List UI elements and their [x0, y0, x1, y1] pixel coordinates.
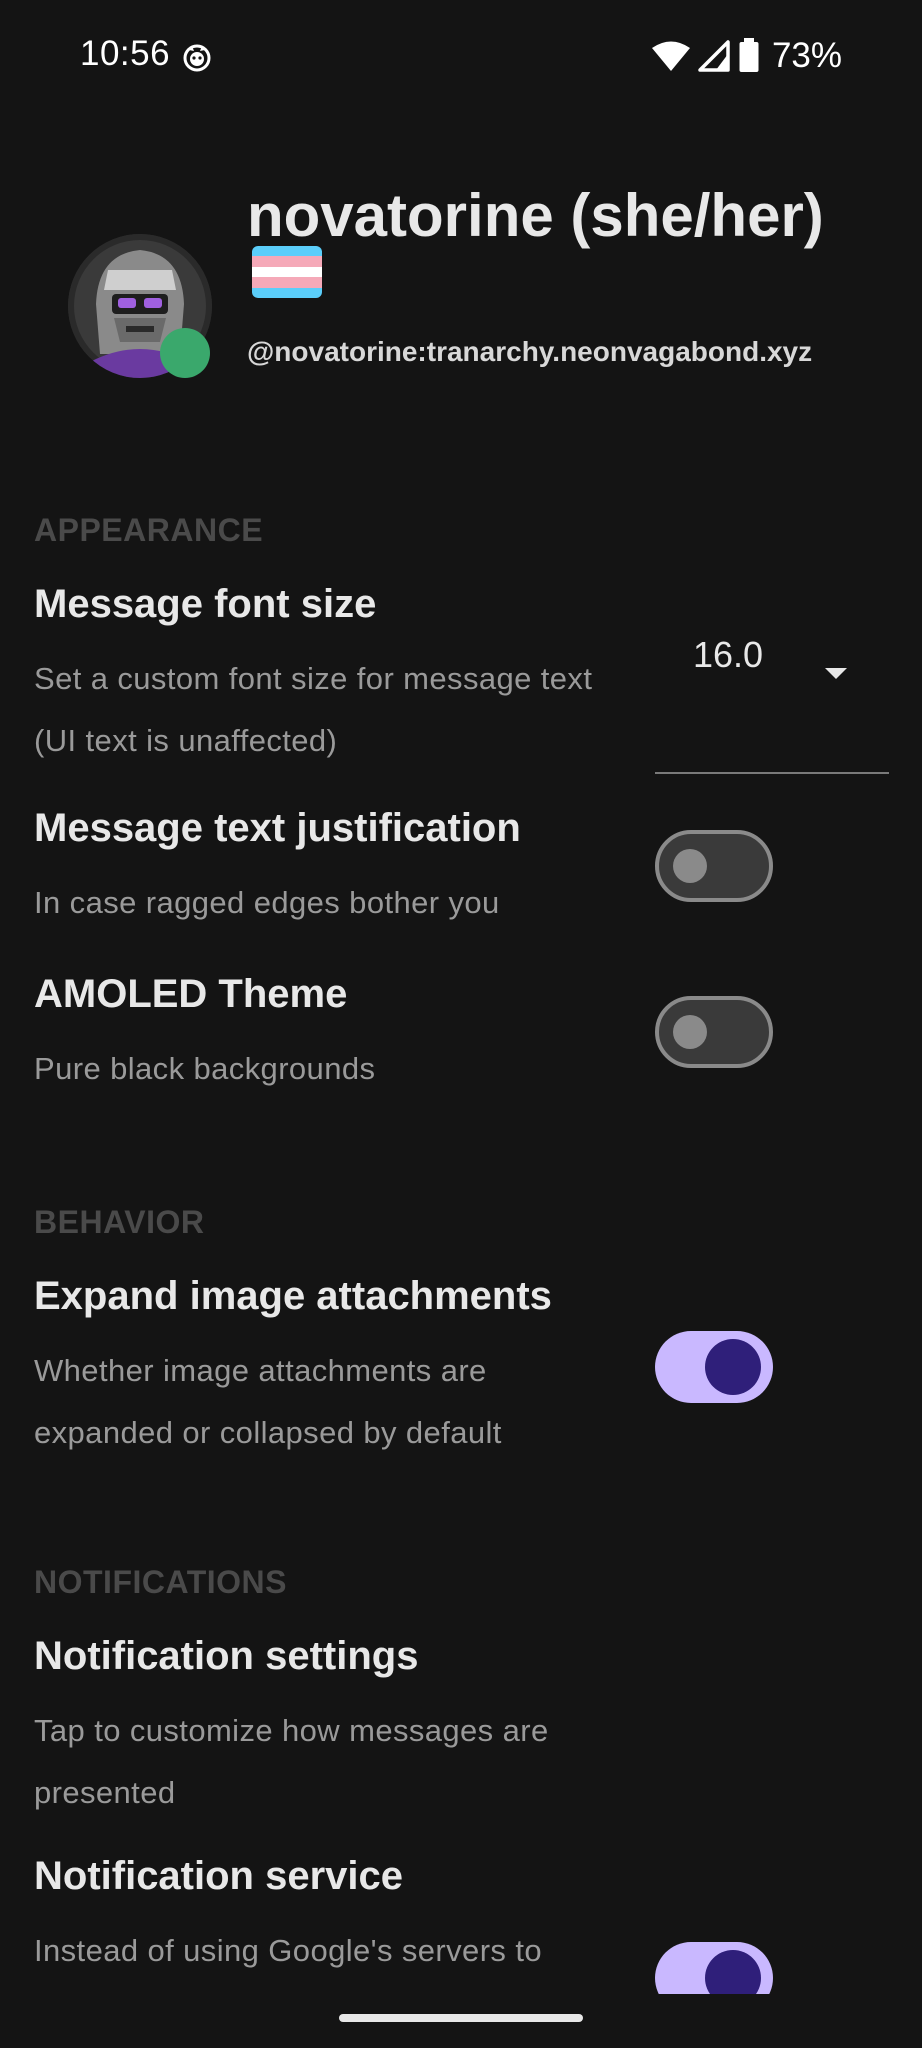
amoled-switch[interactable] — [655, 996, 773, 1068]
section-header-behavior: BEHAVIOR — [34, 1204, 205, 1240]
setting-description: Instead of using Google's servers to — [34, 1933, 542, 1968]
justification-switch[interactable] — [655, 830, 773, 902]
user-id: @novatorine:tranarchy.neonvagabond.xyz — [247, 336, 813, 367]
battery-icon — [739, 38, 759, 72]
section-header-notifications: NOTIFICATIONS — [34, 1564, 287, 1600]
setting-description: In case ragged edges bother you — [34, 885, 500, 920]
section-header-appearance: APPEARANCE — [34, 512, 264, 548]
gesture-navigation-bar[interactable] — [339, 2014, 583, 2022]
battery-percentage: 73% — [771, 36, 842, 75]
cat-notification-icon — [183, 44, 211, 72]
setting-title: Notification service — [34, 1854, 404, 1898]
setting-title: Message font size — [34, 582, 377, 626]
font-size-value: 16.0 — [693, 634, 764, 675]
setting-description: Pure black backgrounds — [34, 1051, 376, 1086]
transgender-flag-icon — [252, 246, 322, 298]
font-size-dropdown[interactable]: 16.0 — [655, 612, 889, 774]
notification-service-switch[interactable] — [655, 1942, 773, 1994]
setting-title: AMOLED Theme — [34, 972, 348, 1016]
switch-knob — [673, 849, 707, 883]
chevron-down-icon — [825, 668, 847, 679]
wifi-icon — [651, 41, 690, 71]
status-icons: 73% — [651, 36, 842, 76]
status-bar: 10:56 73% — [0, 0, 922, 116]
setting-description: Set a custom font size for message text … — [34, 661, 593, 758]
expand-images-switch[interactable] — [655, 1331, 773, 1403]
setting-title: Notification settings — [34, 1634, 419, 1678]
switch-knob — [705, 1950, 761, 1994]
setting-title: Expand image attachments — [34, 1274, 552, 1318]
cell-signal-icon — [698, 40, 730, 72]
setting-description: Whether image attachments are expanded o… — [34, 1353, 502, 1450]
setting-title: Message text justification — [34, 806, 521, 850]
setting-description: Tap to customize how messages are presen… — [34, 1713, 549, 1810]
presence-indicator — [160, 328, 210, 378]
display-name: novatorine (she/her) — [247, 182, 824, 249]
switch-knob — [705, 1339, 761, 1395]
status-time: 10:56 — [80, 34, 171, 73]
switch-knob — [673, 1015, 707, 1049]
